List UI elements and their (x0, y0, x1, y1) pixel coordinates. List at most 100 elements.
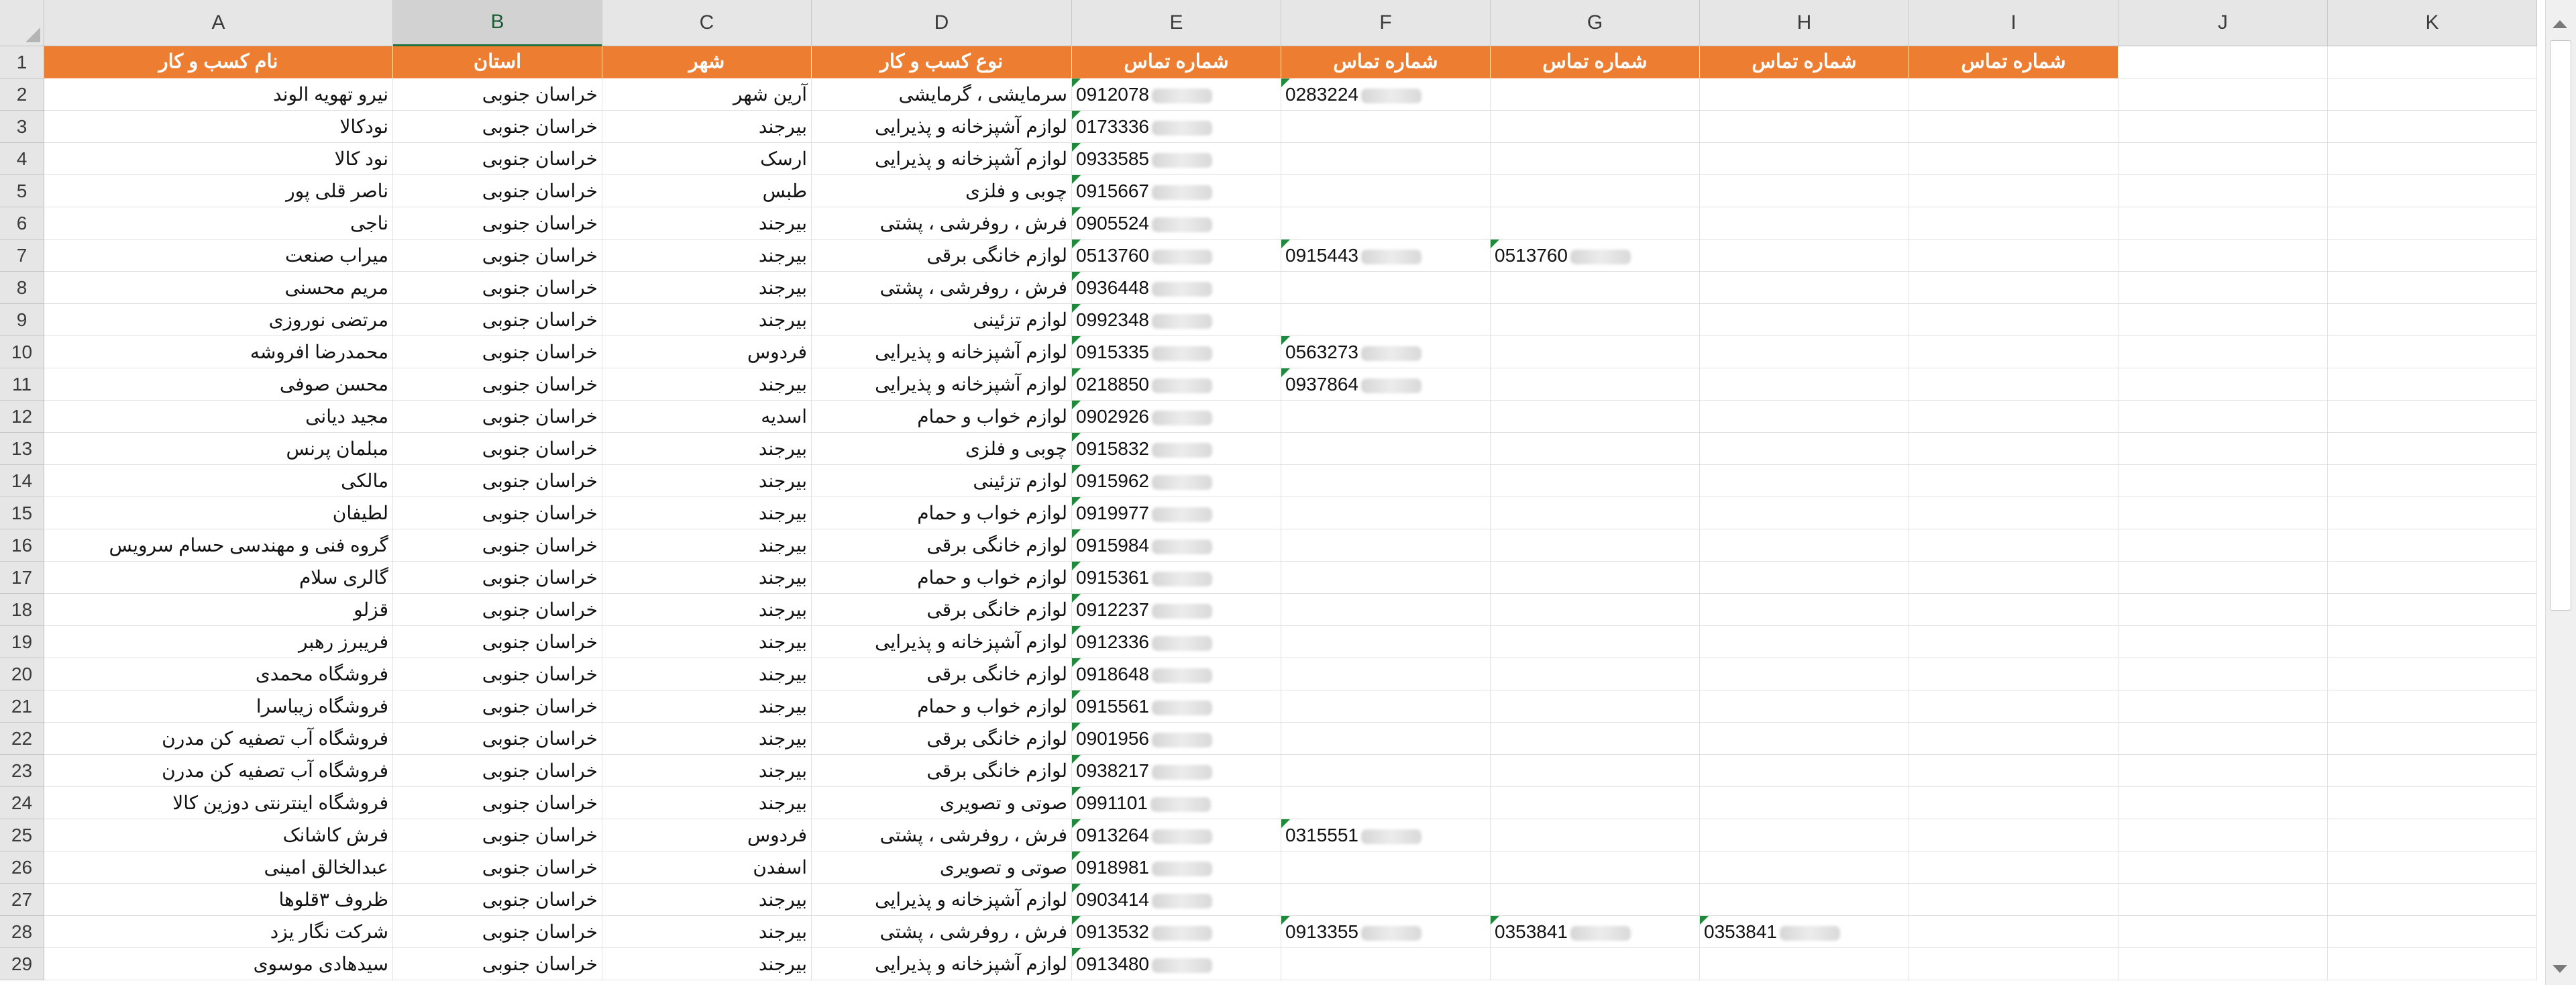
table-cell-h[interactable] (1700, 143, 1909, 175)
table-cell-i[interactable] (1909, 755, 2118, 787)
table-cell-e[interactable]: 0913532 (1072, 916, 1281, 948)
row-header[interactable]: 9 (0, 304, 44, 336)
row-header[interactable]: 28 (0, 916, 44, 948)
header-cell-f[interactable]: شماره تماس (1281, 46, 1491, 79)
table-cell-c[interactable]: بیرجند (602, 111, 812, 143)
table-cell-i[interactable] (1909, 272, 2118, 304)
table-cell-e[interactable]: 0912237 (1072, 594, 1281, 626)
table-cell-c[interactable]: بیرجند (602, 626, 812, 658)
table-cell-h[interactable] (1700, 175, 1909, 207)
table-cell-a[interactable]: ظروف ۳قلوها (44, 884, 393, 916)
table-cell-b[interactable]: خراسان جنوبی (393, 401, 602, 433)
table-cell-c[interactable]: بیرجند (602, 948, 812, 980)
spreadsheet-grid[interactable]: A B C D E F G H I J K 1 نام کسب و کار استان شهر نوع کسب… (0, 0, 2545, 985)
table-cell-k[interactable] (2328, 755, 2537, 787)
table-cell-f[interactable] (1281, 755, 1491, 787)
table-cell-j[interactable] (2118, 272, 2328, 304)
table-cell-a[interactable]: گروه فنی و مهندسی حسام سرویس (44, 529, 393, 562)
table-cell-d[interactable]: صوتی و تصویری (812, 787, 1072, 819)
table-cell-e[interactable]: 0991101 (1072, 787, 1281, 819)
row-header[interactable]: 11 (0, 368, 44, 401)
row-header[interactable]: 19 (0, 626, 44, 658)
table-cell-f[interactable] (1281, 207, 1491, 240)
table-cell-f[interactable] (1281, 143, 1491, 175)
table-cell-d[interactable]: لوازم خواب و حمام (812, 690, 1072, 723)
table-cell-j[interactable] (2118, 143, 2328, 175)
table-cell-a[interactable]: فروشگاه اینترنتی دوزین کالا (44, 787, 393, 819)
table-cell-h[interactable] (1700, 723, 1909, 755)
row-header[interactable]: 26 (0, 851, 44, 884)
table-cell-h[interactable] (1700, 497, 1909, 529)
table-cell-f[interactable] (1281, 111, 1491, 143)
table-cell-d[interactable]: لوازم آشپزخانه و پذیرایی (812, 884, 1072, 916)
table-cell-a[interactable]: میراب صنعت (44, 240, 393, 272)
table-cell-c[interactable]: بیرجند (602, 884, 812, 916)
table-cell-k[interactable] (2328, 368, 2537, 401)
table-cell-d[interactable]: چوبی و فلزی (812, 433, 1072, 465)
table-cell-c[interactable]: آرین شهر (602, 79, 812, 111)
header-cell-a[interactable]: نام کسب و کار (44, 46, 393, 79)
table-cell-d[interactable]: فرش ، روفرشی ، پشتی (812, 819, 1072, 851)
table-cell-g[interactable] (1491, 143, 1700, 175)
table-cell-g[interactable] (1491, 594, 1700, 626)
table-cell-d[interactable]: چوبی و فلزی (812, 175, 1072, 207)
table-cell-a[interactable]: محمدرضا افروشه (44, 336, 393, 368)
table-cell-h[interactable] (1700, 787, 1909, 819)
table-cell-h[interactable] (1700, 272, 1909, 304)
column-header-a[interactable]: A (44, 0, 393, 46)
table-cell-d[interactable]: لوازم خانگی برقی (812, 658, 1072, 690)
table-cell-f[interactable] (1281, 433, 1491, 465)
table-cell-k[interactable] (2328, 207, 2537, 240)
table-cell-e[interactable]: 0918981 (1072, 851, 1281, 884)
table-cell-i[interactable] (1909, 723, 2118, 755)
row-header[interactable]: 4 (0, 143, 44, 175)
table-cell-i[interactable] (1909, 819, 2118, 851)
table-cell-a[interactable]: سیدهادی موسوی (44, 948, 393, 980)
table-cell-f[interactable] (1281, 465, 1491, 497)
table-cell-h[interactable] (1700, 755, 1909, 787)
table-cell-g[interactable] (1491, 368, 1700, 401)
table-cell-k[interactable] (2328, 884, 2537, 916)
row-header[interactable]: 18 (0, 594, 44, 626)
table-cell-a[interactable]: مریم محسنی (44, 272, 393, 304)
table-cell-i[interactable] (1909, 787, 2118, 819)
table-cell-j[interactable] (2118, 755, 2328, 787)
table-cell-c[interactable]: بیرجند (602, 272, 812, 304)
table-cell-h[interactable] (1700, 884, 1909, 916)
table-cell-f[interactable]: 0315551 (1281, 819, 1491, 851)
table-cell-k[interactable] (2328, 787, 2537, 819)
table-cell-d[interactable]: سرمایشی ، گرمایشی (812, 79, 1072, 111)
table-cell-b[interactable]: خراسان جنوبی (393, 787, 602, 819)
table-cell-d[interactable]: لوازم خانگی برقی (812, 240, 1072, 272)
table-cell-a[interactable]: محسن صوفی (44, 368, 393, 401)
header-cell-d[interactable]: نوع کسب و کار (812, 46, 1072, 79)
table-cell-k[interactable] (2328, 336, 2537, 368)
table-cell-i[interactable] (1909, 433, 2118, 465)
table-cell-g[interactable] (1491, 401, 1700, 433)
table-cell-k[interactable] (2328, 401, 2537, 433)
table-cell-b[interactable]: خراسان جنوبی (393, 433, 602, 465)
table-cell-k[interactable] (2328, 79, 2537, 111)
table-cell-i[interactable] (1909, 336, 2118, 368)
table-cell-i[interactable] (1909, 690, 2118, 723)
header-cell-c[interactable]: شهر (602, 46, 812, 79)
table-cell-b[interactable]: خراسان جنوبی (393, 465, 602, 497)
table-cell-i[interactable] (1909, 304, 2118, 336)
table-cell-j[interactable] (2118, 368, 2328, 401)
table-cell-d[interactable]: لوازم خانگی برقی (812, 723, 1072, 755)
table-cell-e[interactable]: 0915561 (1072, 690, 1281, 723)
table-cell-d[interactable]: فرش ، روفرشی ، پشتی (812, 272, 1072, 304)
table-cell-k[interactable] (2328, 690, 2537, 723)
table-cell-g[interactable] (1491, 562, 1700, 594)
column-header-h[interactable]: H (1700, 0, 1909, 46)
table-cell-f[interactable] (1281, 529, 1491, 562)
header-cell-b[interactable]: استان (393, 46, 602, 79)
table-cell-a[interactable]: لطیفان (44, 497, 393, 529)
table-cell-a[interactable]: عبدالخالق امینی (44, 851, 393, 884)
table-cell-k[interactable] (2328, 111, 2537, 143)
table-cell-e[interactable]: 0218850 (1072, 368, 1281, 401)
table-cell-j[interactable] (2118, 336, 2328, 368)
table-cell-d[interactable]: فرش ، روفرشی ، پشتی (812, 207, 1072, 240)
table-cell-h[interactable] (1700, 433, 1909, 465)
table-cell-i[interactable] (1909, 465, 2118, 497)
